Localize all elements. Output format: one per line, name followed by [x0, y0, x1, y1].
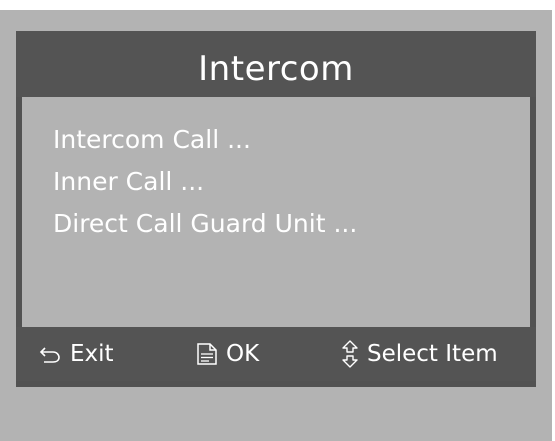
menu-list: Intercom Call ... Inner Call ... Direct … — [53, 119, 357, 245]
menu-item-intercom-call[interactable]: Intercom Call ... — [53, 119, 357, 161]
document-icon — [196, 342, 218, 366]
device-frame: Intercom Intercom Call ... Inner Call ..… — [0, 10, 552, 441]
select-item-button[interactable]: Select Item — [341, 327, 498, 381]
exit-button[interactable]: Exit — [38, 327, 114, 381]
menu-area: Intercom Call ... Inner Call ... Direct … — [22, 97, 530, 327]
menu-item-inner-call[interactable]: Inner Call ... — [53, 161, 357, 203]
ok-button[interactable]: OK — [196, 327, 259, 381]
back-arrow-icon — [38, 344, 62, 364]
exit-label: Exit — [70, 341, 114, 367]
intercom-screen: Intercom Intercom Call ... Inner Call ..… — [16, 31, 536, 387]
softkey-bar: Exit OK Select Item — [16, 327, 536, 381]
ok-label: OK — [226, 341, 260, 367]
up-down-arrows-icon — [341, 340, 359, 368]
page-title: Intercom — [198, 49, 354, 89]
menu-item-direct-call-guard-unit[interactable]: Direct Call Guard Unit ... — [53, 203, 357, 245]
title-bar: Intercom — [16, 31, 536, 97]
select-item-label: Select Item — [367, 341, 498, 367]
